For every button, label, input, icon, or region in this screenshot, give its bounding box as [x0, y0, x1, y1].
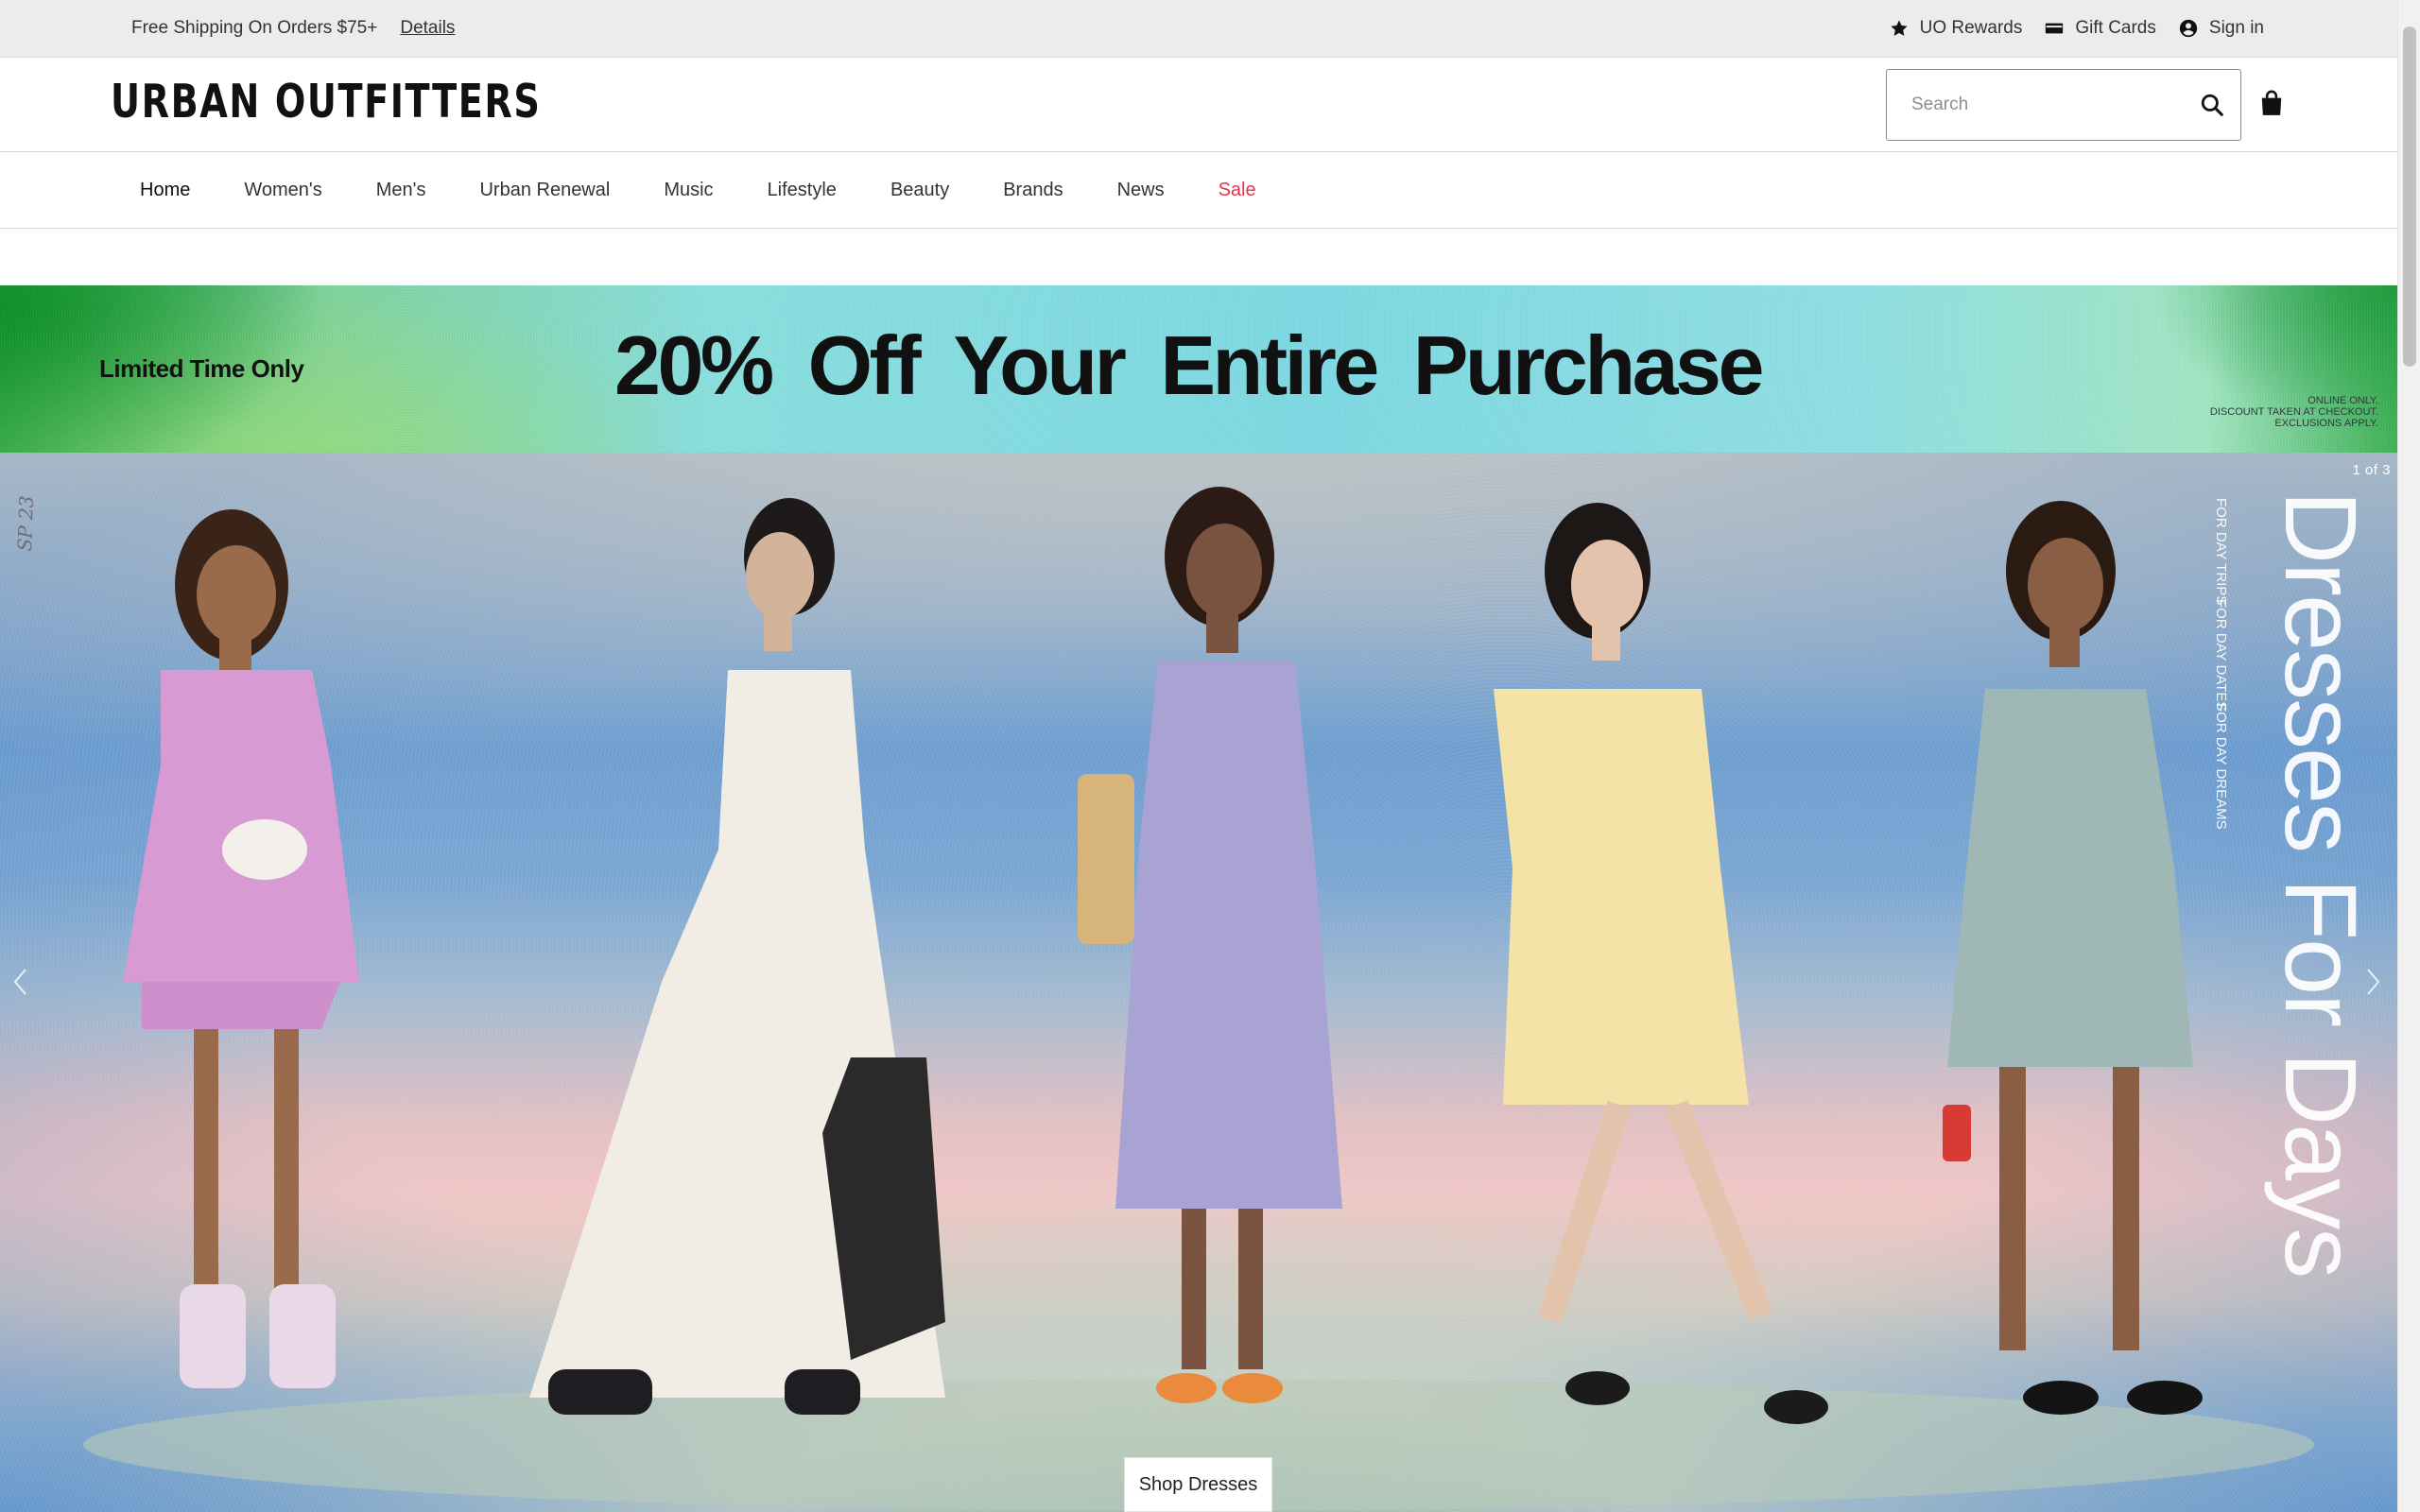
nav-item-brands[interactable]: Brands: [1003, 180, 1063, 201]
nav-item-mens[interactable]: Men's: [376, 180, 426, 201]
search-icon: [2201, 94, 2223, 116]
nav-item-womens[interactable]: Women's: [244, 180, 321, 201]
scrollbar-thumb[interactable]: [2403, 26, 2416, 367]
nav-item-lifestyle[interactable]: Lifestyle: [768, 180, 837, 201]
shop-dresses-button[interactable]: Shop Dresses: [1124, 1457, 1272, 1512]
carousel-next-button[interactable]: [2363, 963, 2384, 1001]
handwritten-scribble: SP 23: [13, 495, 39, 552]
star-icon: [1891, 20, 1908, 36]
hero-image: [83, 487, 2314, 1511]
model-white-maxi-dress: [529, 498, 945, 1415]
account-links: UO Rewards Gift Cards Sign in: [1890, 18, 2264, 39]
fine-print-line: ONLINE ONLY.: [2308, 395, 2378, 406]
gift-cards-label: Gift Cards: [2075, 18, 2156, 38]
fine-print-line: EXCLUSIONS APPLY.: [2274, 418, 2378, 429]
search-button[interactable]: [2184, 70, 2240, 140]
shopping-bag-button[interactable]: [2259, 90, 2288, 120]
model-blue-floral-dress: [1943, 501, 2203, 1415]
chevron-left-icon: [13, 969, 26, 995]
hero-title: Dresses For Days: [2264, 490, 2378, 1277]
search-input[interactable]: [1887, 70, 2184, 140]
chevron-right-icon: [2367, 969, 2380, 995]
promo-headline: 20% Off Your Entire Purchase: [614, 318, 1764, 412]
shopping-bag-icon: [2261, 90, 2282, 115]
nav-item-beauty[interactable]: Beauty: [890, 180, 949, 201]
promo-fine-print: ONLINE ONLY. DISCOUNT TAKEN AT CHECKOUT.…: [2210, 395, 2378, 429]
hero-tagline-line: FOR DAY DATES: [2213, 599, 2229, 712]
model-yellow-dress: [1494, 503, 1828, 1424]
nav-item-urban-renewal[interactable]: Urban Renewal: [479, 180, 610, 201]
hero-title-text: Dresses For Days: [2264, 490, 2378, 1278]
hero-tagline-line: FOR DAY DREAMS: [2213, 703, 2229, 830]
site-logo[interactable]: URBAN OUTFITTERS: [111, 73, 541, 131]
sign-in-label: Sign in: [2208, 18, 2264, 38]
user-circle-icon: [2179, 19, 2198, 38]
utility-bar: Free Shipping On Orders $75+ Details UO …: [0, 0, 2397, 58]
carousel-prev-button[interactable]: [9, 963, 30, 1001]
search-box: [1886, 69, 2241, 141]
main-nav: Home Women's Men's Urban Renewal Music L…: [0, 153, 2397, 229]
promo-eyebrow: Limited Time Only: [99, 354, 304, 383]
nav-item-sale[interactable]: Sale: [1219, 180, 1256, 201]
gift-cards-link[interactable]: Gift Cards: [2045, 18, 2156, 39]
promo-banner[interactable]: Limited Time Only 20% Off Your Entire Pu…: [0, 285, 2397, 453]
gift-card-icon: [2046, 23, 2064, 34]
hero-tagline-line: FOR DAY TRIPS: [2213, 498, 2229, 606]
nav-item-news[interactable]: News: [1117, 180, 1165, 201]
model-pink-dress: [123, 509, 359, 1388]
site-header: URBAN OUTFITTERS: [0, 58, 2397, 152]
nav-item-home[interactable]: Home: [140, 180, 190, 201]
nav-item-music[interactable]: Music: [664, 180, 713, 201]
fine-print-line: DISCOUNT TAKEN AT CHECKOUT.: [2209, 406, 2378, 418]
shipping-promo: Free Shipping On Orders $75+ Details: [131, 18, 455, 39]
slide-counter: 1 of 3: [2352, 462, 2391, 478]
uo-rewards-label: UO Rewards: [1919, 18, 2023, 38]
model-lavender-dress: [1078, 487, 1342, 1403]
shipping-text: Free Shipping On Orders $75+: [131, 18, 378, 38]
page-scrollbar[interactable]: [2397, 0, 2420, 1512]
sign-in-link[interactable]: Sign in: [2179, 18, 2264, 39]
shipping-details-link[interactable]: Details: [400, 18, 455, 39]
uo-rewards-link[interactable]: UO Rewards: [1890, 18, 2023, 39]
hero-carousel: SP 23 1 of 3 FOR DAY TRIPS FOR DAY DATES…: [0, 453, 2397, 1512]
